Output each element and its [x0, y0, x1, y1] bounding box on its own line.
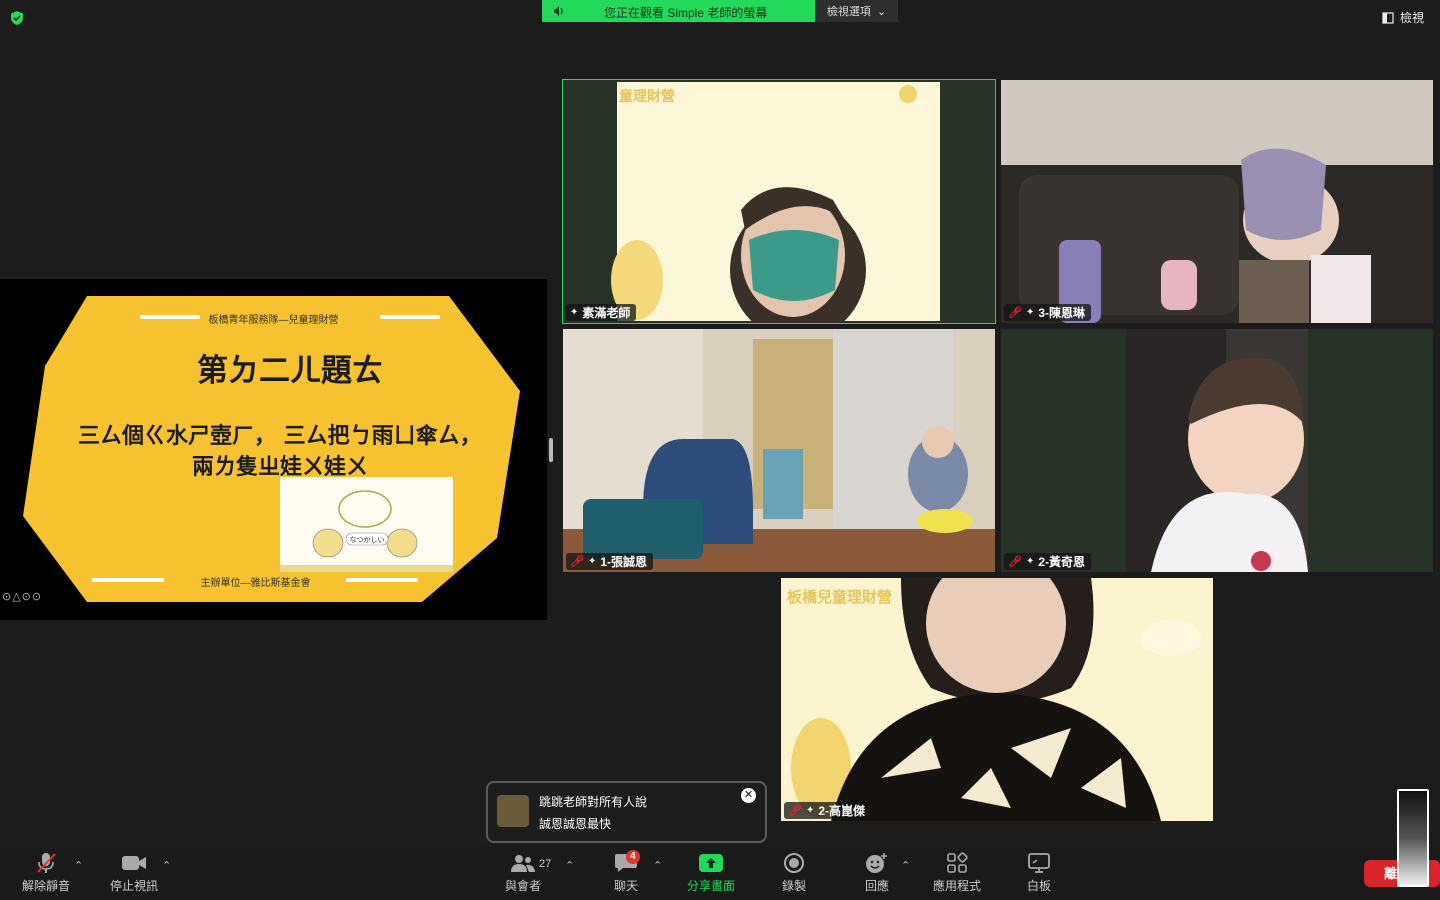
sender-avatar — [497, 795, 529, 827]
shared-screen[interactable]: 板橋青年服務隊—兒童理財營 第ㄉ二ㄦ題ㄊ 三ㄙ個ㄍ水ㄕ壺ㄏ， 三ㄙ把ㄅ雨ㄩ傘ㄙ，… — [0, 279, 547, 620]
pin-icon: ✦ — [805, 805, 815, 816]
mic-muted-icon: 🎤︎ — [1008, 556, 1022, 568]
chat-notification[interactable]: 跳跳老師對所有人說 誠恩誠恩最快 ✕ — [486, 781, 767, 843]
apps-label: 應用程式 — [932, 879, 981, 893]
video-tile-5[interactable]: 板橋兒童理財營 🎤︎ ✦ 2-高崑傑 — [781, 578, 1213, 821]
microphone-muted-icon — [37, 853, 56, 873]
participant-name-tag: 🎤︎ ✦ 2-黃奇恩 — [1004, 553, 1092, 570]
meeting-toolbar: 解除靜音 ⌃ 停止視訊 ⌃ 與會者 27 ⌃ 聊天 4 ⌃ 分享畫面 錄製 回應… — [0, 847, 1440, 900]
leave-label: 離 — [1384, 866, 1398, 881]
close-icon[interactable]: ✕ — [741, 788, 756, 803]
chat-sender: 跳跳老師對所有人說 — [539, 795, 648, 809]
illustration-caption: なつかしい — [350, 536, 385, 544]
apps-button[interactable]: 應用程式 — [928, 847, 986, 900]
video-tile-1[interactable]: 童理財營 ✦ 素滿老師 — [562, 79, 996, 324]
view-layout-icon — [1382, 11, 1394, 24]
participant-name: 2-黃奇恩 — [1038, 555, 1086, 569]
video-tile-3[interactable]: 🎤︎ ✦ 1-張誠恩 — [563, 329, 995, 572]
slide-illustration: なつかしい — [280, 477, 453, 572]
slide-footer: 主辦單位—雅比斯基金會 — [200, 578, 311, 589]
reactions-label: 回應 — [864, 879, 889, 893]
video-feed — [1001, 329, 1433, 572]
stop-video-label: 停止視訊 — [109, 879, 158, 893]
video-feed — [1001, 80, 1433, 323]
video-tile-4[interactable]: 🎤︎ ✦ 2-黃奇恩 — [1001, 329, 1433, 572]
slide-navigation-icons[interactable]: ⊙△⊙⊙ — [2, 590, 42, 603]
participants-label: 與會者 — [504, 879, 541, 893]
video-camera-icon — [122, 856, 146, 870]
chat-message: 誠恩誠恩最快 — [539, 817, 612, 831]
unmute-button[interactable]: 解除靜音 — [18, 847, 74, 900]
pin-icon: ✦ — [570, 307, 579, 318]
video-tile-2[interactable]: 🎤︎ ✦ 3-陳恩琳 — [1001, 80, 1433, 323]
tile-banner-text: 童理財營 — [619, 88, 675, 104]
participants-icon — [511, 855, 535, 872]
mic-muted-icon: 🎤︎ — [1008, 307, 1022, 319]
participant-name-tag: 🎤︎ ✦ 2-高崑傑 — [784, 802, 872, 819]
pin-icon: ✦ — [587, 556, 597, 567]
mic-muted-icon: 🎤︎ — [788, 805, 802, 817]
whiteboard-label: 白板 — [1026, 879, 1051, 893]
share-screen-icon — [699, 854, 723, 872]
record-label: 錄製 — [781, 879, 806, 893]
speaker-icon — [554, 6, 563, 16]
pin-icon: ✦ — [1025, 556, 1035, 567]
share-status: 您正在觀看 Simple 老師的螢幕 — [542, 0, 815, 22]
participant-name: 素滿老師 — [582, 306, 631, 320]
chat-unread-badge: 4 — [626, 850, 640, 864]
participant-name-tag: 🎤︎ ✦ 1-張誠恩 — [566, 553, 654, 570]
share-banner-text: 您正在觀看 Simple 老師的螢幕 — [604, 6, 768, 20]
mic-muted-icon: 🎤︎ — [570, 556, 584, 568]
participant-count: 27 — [539, 858, 552, 870]
meeting-window: 您正在觀看 Simple 老師的螢幕 檢視選項 ⌄ 檢視 板橋青年服務隊—兒童理… — [0, 0, 1440, 900]
security-shield-icon[interactable] — [9, 10, 25, 26]
whiteboard-button[interactable]: 白板 — [1018, 847, 1060, 900]
stop-video-button[interactable]: 停止視訊 — [106, 847, 162, 900]
pin-icon: ✦ — [1025, 307, 1035, 318]
video-feed — [781, 578, 1213, 821]
screen-share-banner: 您正在觀看 Simple 老師的螢幕 檢視選項 ⌄ — [542, 0, 898, 22]
record-icon — [784, 853, 804, 873]
participant-name: 1-張誠恩 — [600, 555, 648, 569]
video-feed — [563, 329, 995, 572]
participants-options-caret-icon[interactable]: ⌃ — [565, 859, 574, 872]
view-options-label: 檢視選項 — [826, 6, 871, 18]
participant-name: 3-陳恩琳 — [1038, 306, 1086, 320]
video-options-caret-icon[interactable]: ⌃ — [162, 859, 171, 872]
reactions-button[interactable]: 回應 — [856, 847, 898, 900]
slide-question-line1: 三ㄙ個ㄍ水ㄕ壺ㄏ， 三ㄙ把ㄅ雨ㄩ傘ㄙ， — [78, 424, 482, 449]
whiteboard-icon — [1028, 853, 1050, 873]
participant-name-tag: ✦ 素滿老師 — [566, 304, 637, 321]
unmute-label: 解除靜音 — [21, 879, 70, 893]
view-options-dropdown[interactable]: 檢視選項 ⌄ — [815, 0, 898, 22]
chevron-down-icon: ⌄ — [876, 5, 887, 18]
split-resize-handle[interactable] — [549, 438, 553, 462]
share-screen-button[interactable]: 分享畫面 — [684, 847, 738, 900]
chat-label: 聊天 — [613, 879, 638, 893]
tile-banner-text: 板橋兒童理財營 — [787, 589, 893, 606]
share-screen-label: 分享畫面 — [686, 879, 735, 893]
participants-button[interactable]: 與會者 — [500, 847, 546, 900]
record-button[interactable]: 錄製 — [772, 847, 816, 900]
slide-title: 第ㄉ二ㄦ題ㄊ — [197, 353, 383, 389]
smiley-plus-icon — [866, 853, 887, 873]
floating-video-panel[interactable] — [1397, 789, 1429, 887]
apps-icon — [947, 852, 968, 873]
video-feed — [563, 80, 995, 323]
reactions-options-caret-icon[interactable]: ⌃ — [901, 859, 910, 872]
audio-options-caret-icon[interactable]: ⌃ — [74, 859, 83, 872]
chat-options-caret-icon[interactable]: ⌃ — [653, 859, 662, 872]
view-button-label: 檢視 — [1399, 11, 1424, 25]
view-button[interactable]: 檢視 — [1382, 9, 1424, 26]
participant-name-tag: 🎤︎ ✦ 3-陳恩琳 — [1004, 304, 1092, 321]
slide-header: 板橋青年服務隊—兒童理財營 — [208, 315, 339, 326]
chat-button[interactable]: 聊天 4 — [602, 847, 650, 900]
participant-name: 2-高崑傑 — [818, 804, 866, 818]
